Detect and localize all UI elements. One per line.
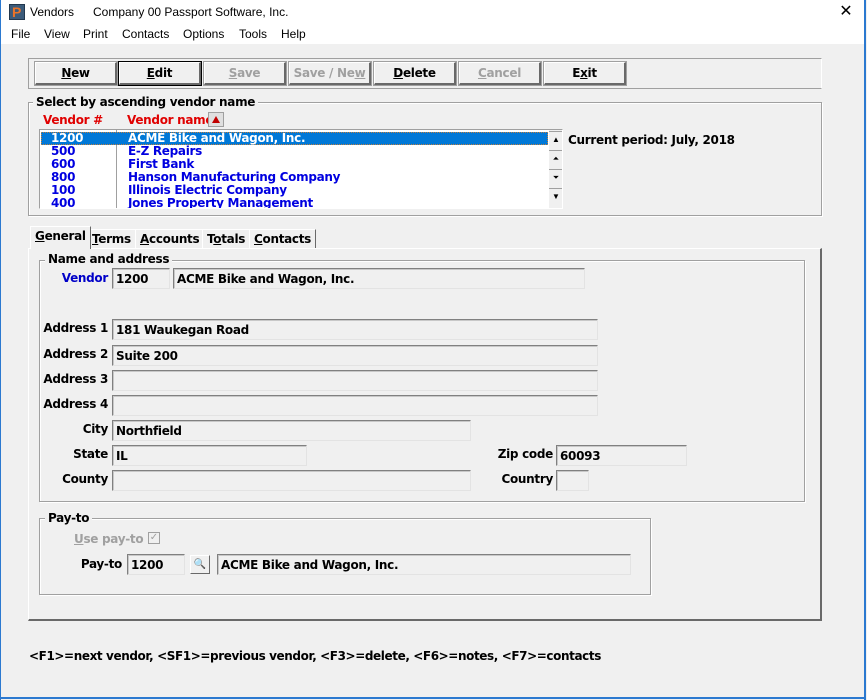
window-border <box>864 0 866 700</box>
vendor-number-field[interactable]: 1200 <box>112 268 170 289</box>
column-header-vendor-name[interactable]: Vendor name <box>127 113 214 127</box>
window-title: Vendors <box>30 5 75 19</box>
zip-code-field[interactable]: 60093 <box>556 445 687 466</box>
payto-number-field[interactable]: 1200 <box>127 554 185 575</box>
page-down-icon[interactable]: ⏷ <box>549 169 562 187</box>
tab-contacts[interactable]: Contacts <box>249 229 317 248</box>
city-field[interactable]: Northfield <box>112 420 471 441</box>
exit-button[interactable]: Exit <box>543 61 627 86</box>
use-payto-checkbox[interactable]: ✓ <box>148 532 160 544</box>
binoculars-icon: 🔍 <box>193 559 207 570</box>
function-key-hints: <F1>=next vendor, <SF1>=previous vendor,… <box>29 649 601 663</box>
tab-terms[interactable]: Terms <box>87 229 136 248</box>
scroll-up-icon[interactable]: ▲ <box>549 131 562 149</box>
menu-options[interactable]: Options <box>183 27 224 41</box>
address2-label: Address 2 <box>43 347 108 361</box>
vendor-list-row[interactable]: 1200 ACME Bike and Wagon, Inc. <box>41 132 548 145</box>
address4-label: Address 4 <box>43 397 108 411</box>
scroll-down-icon[interactable]: ▼ <box>549 188 562 206</box>
delete-button[interactable]: Delete <box>373 61 457 86</box>
cancel-button[interactable]: Cancel <box>458 61 542 86</box>
state-field[interactable]: IL <box>112 445 307 466</box>
close-icon: ✕ <box>839 3 853 20</box>
save-new-button[interactable]: Save / New <box>288 61 372 86</box>
address4-field[interactable] <box>112 395 598 416</box>
menu-bar: File View Print Contacts Options Tools H… <box>1 24 864 44</box>
vendor-selector-label: Select by ascending vendor name <box>33 95 259 109</box>
use-payto-label: Use pay-to <box>74 532 144 546</box>
menu-contacts[interactable]: Contacts <box>122 27 169 41</box>
window-border <box>0 0 1 700</box>
address3-field[interactable] <box>112 370 598 391</box>
close-button[interactable]: ✕ <box>831 2 861 22</box>
county-field[interactable] <box>112 470 471 491</box>
list-scrollbar[interactable]: ▲ ⏶ ⏷ ▼ <box>549 130 562 208</box>
name-address-label: Name and address <box>45 252 173 266</box>
column-header-vendor-number[interactable]: Vendor # <box>43 113 103 127</box>
new-button[interactable]: New <box>34 61 118 86</box>
current-period: Current period: July, 2018 <box>568 133 735 147</box>
tab-totals[interactable]: Totals <box>202 229 251 248</box>
menu-view[interactable]: View <box>44 27 70 41</box>
country-field[interactable] <box>556 470 589 491</box>
vendor-list-row[interactable]: 400 Jones Property Management <box>41 197 548 209</box>
country-label: Country <box>501 472 553 486</box>
menu-file[interactable]: File <box>11 27 30 41</box>
company-name: Company 00 Passport Software, Inc. <box>93 5 289 19</box>
vendor-name-field[interactable]: ACME Bike and Wagon, Inc. <box>173 268 585 289</box>
county-label: County <box>62 472 108 486</box>
page-up-icon[interactable]: ⏶ <box>549 150 562 168</box>
vendor-list-row[interactable]: 500 E-Z Repairs <box>41 145 548 158</box>
menu-print[interactable]: Print <box>83 27 108 41</box>
payto-name-field[interactable]: ACME Bike and Wagon, Inc. <box>217 554 631 575</box>
title-bar: P Vendors Company 00 Passport Software, … <box>1 0 864 24</box>
address1-label: Address 1 <box>43 321 108 335</box>
menu-tools[interactable]: Tools <box>239 27 267 41</box>
save-button[interactable]: Save <box>203 61 287 86</box>
city-label: City <box>82 422 109 436</box>
tab-general[interactable]: General <box>30 226 91 249</box>
vendor-list[interactable]: 1200 ACME Bike and Wagon, Inc. 500 E-Z Rep… <box>39 129 563 209</box>
sort-ascending-icon[interactable] <box>208 112 224 127</box>
zip-code-label: Zip code <box>497 447 554 461</box>
edit-button[interactable]: Edit <box>118 61 202 86</box>
address1-field[interactable]: 181 Waukegan Road <box>112 319 598 340</box>
payto-group-label: Pay-to <box>45 511 93 525</box>
window-border <box>0 697 866 699</box>
payto-lookup-button[interactable]: 🔍 <box>190 555 210 574</box>
tab-accounts[interactable]: Accounts <box>135 229 205 248</box>
vendor-list-row[interactable]: 800 Hanson Manufacturing Company <box>41 171 548 184</box>
vendor-label: Vendor <box>61 271 109 285</box>
app-icon: P <box>9 4 25 20</box>
state-label: State <box>73 447 108 461</box>
address2-field[interactable]: Suite 200 <box>112 345 598 366</box>
payto-label: Pay-to <box>80 557 122 571</box>
address3-label: Address 3 <box>43 372 108 386</box>
menu-help[interactable]: Help <box>281 27 306 41</box>
